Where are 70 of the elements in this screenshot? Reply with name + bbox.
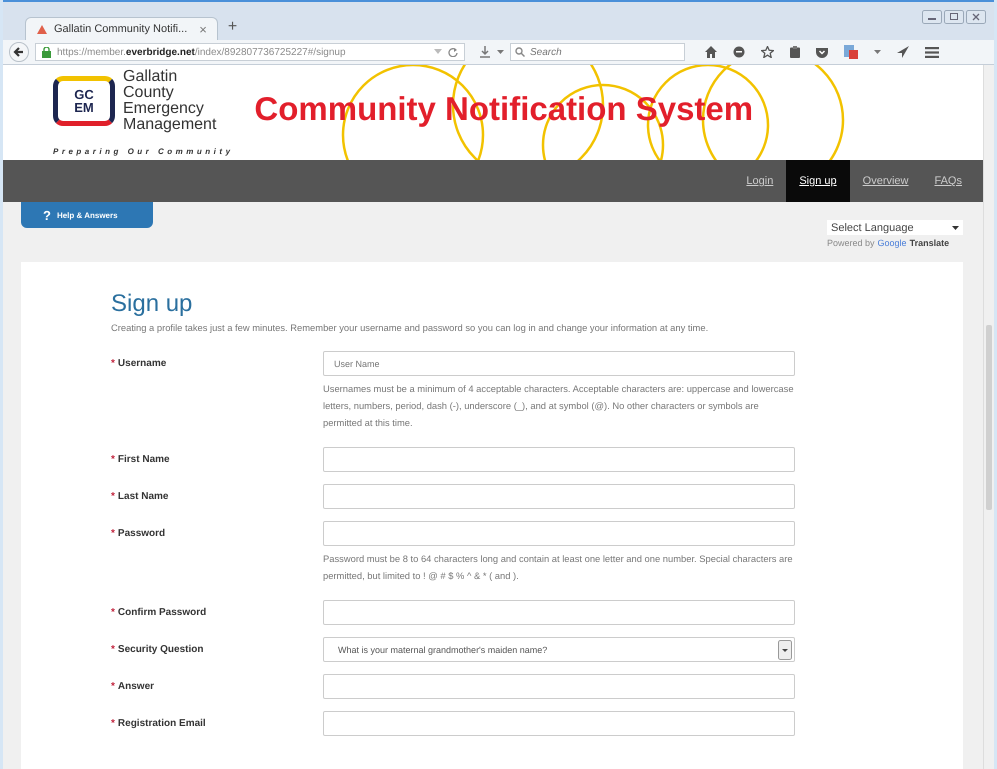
lock-icon <box>42 46 51 58</box>
menu-icon[interactable] <box>925 46 939 58</box>
logo-letters: GC <box>74 88 94 101</box>
security-question-select[interactable]: What is your maternal grandmother's maiden name? <box>323 637 795 662</box>
hint-text: Password must be 8 to 64 characters long and contain at least one letter and one number. Special characters are permitted, but limited to ! @ # $ % ^ & * ( and ). <box>323 552 794 583</box>
organization-name: Gallatin <box>123 69 178 85</box>
home-icon[interactable] <box>705 46 717 58</box>
field-label: Confirm Password <box>118 607 206 618</box>
dropdown-icon[interactable] <box>874 50 881 54</box>
pocket-icon[interactable] <box>816 46 828 58</box>
pdf-icon[interactable] <box>844 45 858 59</box>
required-mark: * <box>111 681 115 692</box>
required-mark: * <box>111 528 115 539</box>
google-logo: Google <box>878 238 907 248</box>
input-field[interactable] <box>323 484 795 509</box>
input-field[interactable]: User Name <box>323 351 795 376</box>
logo-letters: EM <box>74 101 94 114</box>
field-label: First Name <box>118 454 170 465</box>
new-tab-button[interactable]: + <box>228 18 238 36</box>
required-mark: * <box>111 718 115 729</box>
maximize-icon[interactable] <box>944 10 964 24</box>
close-tab-button[interactable]: × <box>199 22 207 36</box>
required-mark: * <box>111 358 115 369</box>
field-label: Answer <box>118 681 154 692</box>
field-label: Last Name <box>118 491 168 502</box>
input-field[interactable] <box>323 600 795 625</box>
download-icon[interactable] <box>479 46 491 58</box>
tagline: Preparing Our Community <box>53 147 234 156</box>
organization-name: County <box>123 85 175 101</box>
organization-name: Management <box>123 117 216 133</box>
close-icon[interactable] <box>966 10 986 24</box>
organization-name: Emergency <box>123 101 205 117</box>
field-label: Password <box>118 528 166 539</box>
powered-by-text: Powered by <box>827 238 875 248</box>
dropdown-icon[interactable] <box>497 50 504 54</box>
nav-link[interactable]: Overview <box>850 160 922 202</box>
dropdown-icon <box>952 226 959 230</box>
send-icon[interactable] <box>897 46 909 58</box>
translate-link[interactable]: Translate <box>910 238 950 248</box>
nav-link[interactable]: Login <box>733 160 786 202</box>
clipboard-icon[interactable] <box>790 46 800 58</box>
input-field[interactable] <box>323 674 795 699</box>
reload-icon[interactable] <box>448 47 458 57</box>
dropdown-icon <box>434 49 442 55</box>
required-mark: * <box>111 454 115 465</box>
tab-title: Gallatin Community Notifi... <box>54 23 188 35</box>
search-field[interactable]: Search <box>510 43 685 61</box>
language-select[interactable]: Select Language <box>827 220 963 235</box>
required-mark: * <box>111 491 115 502</box>
star-icon[interactable] <box>761 46 774 58</box>
field-label: Username <box>118 358 166 369</box>
minimize-icon[interactable] <box>922 10 942 24</box>
scrollbar[interactable] <box>983 65 994 769</box>
address-field[interactable]: https://member.everbridge.net/index/892807736725227#/signup <box>35 43 465 61</box>
hint-text: Usernames must be a minimum of 4 acceptable characters. Acceptable characters are: uppercase and lowercase letters, numbers, period, dash (-), underscore (_), and at symbol (@). No other characters or symbols are permitted at this time. <box>323 382 795 430</box>
nav-link[interactable]: FAQs <box>921 160 975 202</box>
required-mark: * <box>111 644 115 655</box>
dropdown-button-icon <box>778 640 792 660</box>
field-label: Registration Email <box>118 718 206 729</box>
required-mark: * <box>111 607 115 618</box>
help-button[interactable]: ? Help & Answers <box>21 202 153 228</box>
nav-link[interactable]: Sign up <box>786 160 850 202</box>
warning-triangle-icon <box>36 24 48 34</box>
page-title: Sign up <box>111 290 194 318</box>
intro-text: Creating a profile takes just a few minutes. Remember your username and password so you can log in and change your information at any time. <box>111 322 710 333</box>
field-label: Security Question <box>118 644 204 655</box>
input-field[interactable] <box>323 711 795 736</box>
browser-tab[interactable]: Gallatin Community Notifi... × <box>25 17 218 40</box>
input-field[interactable] <box>323 521 795 546</box>
input-field[interactable] <box>323 447 795 472</box>
